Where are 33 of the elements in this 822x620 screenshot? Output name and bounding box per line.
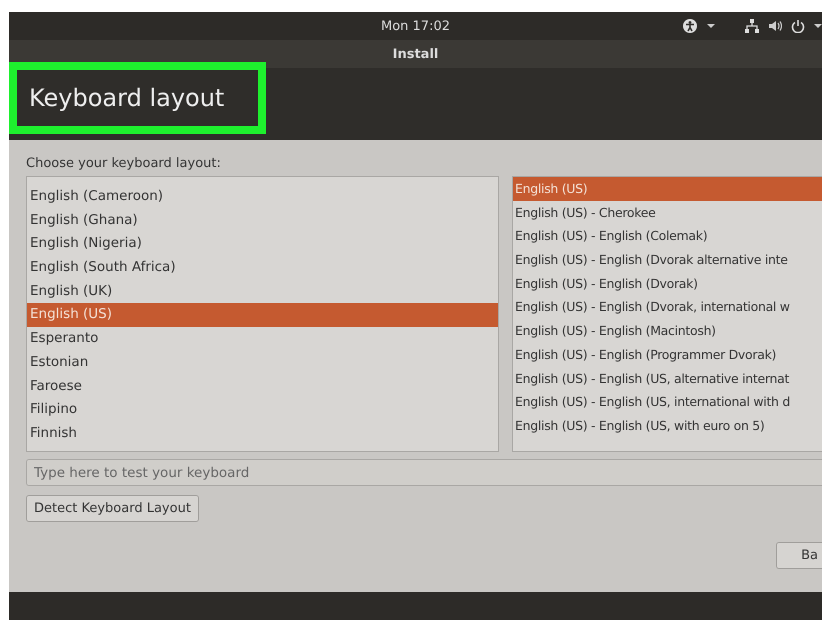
variant-item[interactable]: English (US) - English (Colemak) [513,224,822,248]
layout-item[interactable]: Filipino [27,398,498,422]
variant-item[interactable]: English (US) - Cherokee [513,200,822,224]
prompt-label: Choose your keyboard layout: [26,156,222,171]
detect-layout-button[interactable]: Detect Keyboard Layout [26,495,199,522]
accessibility-icon[interactable] [682,18,698,34]
volume-icon[interactable] [768,19,782,33]
layout-item[interactable]: English (UK) [27,280,498,304]
layout-item[interactable]: Finnish [27,422,498,446]
layout-item[interactable]: English (Nigeria) [27,232,498,256]
variant-item[interactable]: English (US) - English (US, alternative internat [513,366,822,390]
test-input-field[interactable]: Type here to test your keyboard [26,459,822,486]
back-button[interactable]: Ba [776,542,822,569]
layout-item[interactable]: Esperanto [27,327,498,351]
layout-item[interactable]: Estonian [27,350,498,374]
clock[interactable]: Mon 17:02 [380,18,450,34]
layout-item[interactable]: English (Ghana) [27,208,498,232]
network-icon[interactable] [745,19,759,33]
variant-item[interactable]: English (US) - English (Dvorak alternative inte [513,248,822,272]
variant-item[interactable]: English (US) - English (Macintosh) [513,319,822,343]
variant-item[interactable]: English (US) - English (Dvorak) [513,272,822,296]
variant-item[interactable]: English (US) - English (US, with euro on 5) [513,414,822,438]
power-icon[interactable] [791,19,805,33]
window-title: Install [392,46,438,62]
layout-item[interactable]: English (South Africa) [27,256,498,280]
variant-item[interactable]: English (US) - English (Programmer Dvorak) [513,342,822,366]
layout-item[interactable]: Faroese [27,374,498,398]
page-title: Keyboard layout [29,84,224,112]
variant-item[interactable]: English (US) - English (US, international with d [513,390,822,414]
caret-icon[interactable] [814,23,822,29]
variant-item[interactable]: English (US) - English (Dvorak, international w [513,295,822,320]
layout-item[interactable]: English (Cameroon) [27,185,498,209]
caret-icon[interactable] [707,23,715,29]
